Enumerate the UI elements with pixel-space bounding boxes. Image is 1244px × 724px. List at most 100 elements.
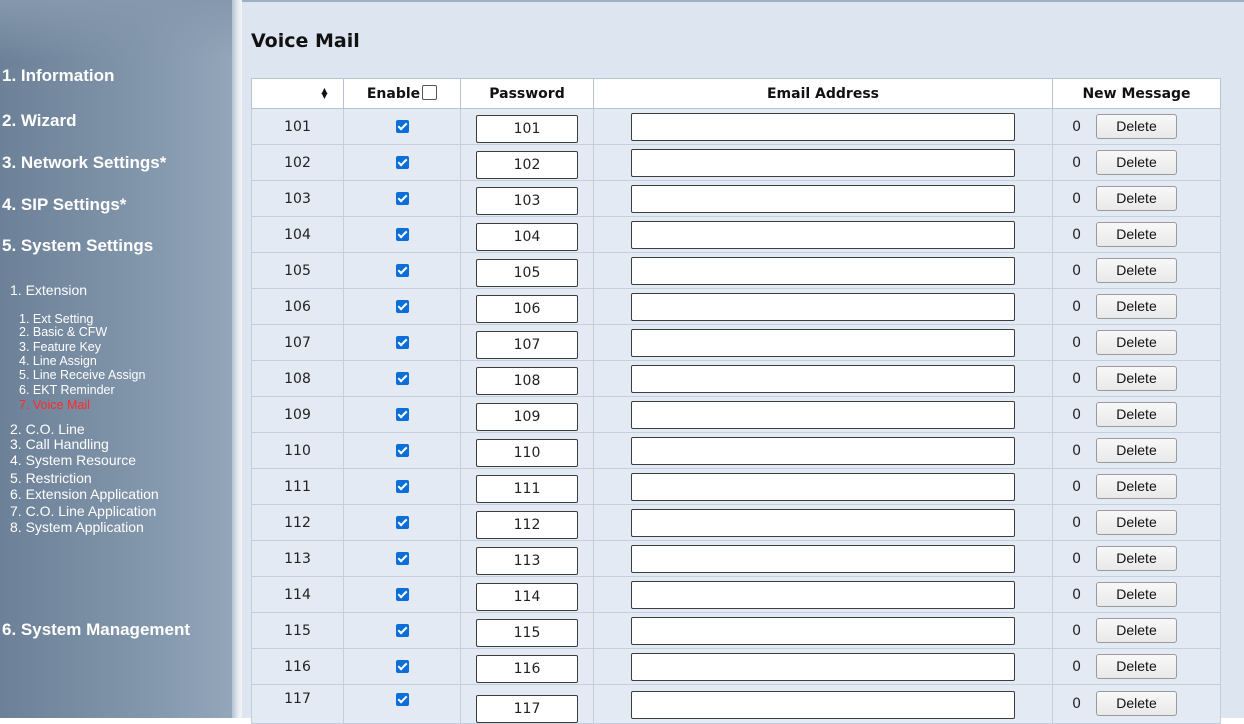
sort-column-header[interactable]: ▲ ▼ [251,78,344,109]
password-input[interactable] [476,294,578,323]
nav-system-application[interactable]: 8. System Application [10,520,144,535]
nav-call-handling[interactable]: 3. Call Handling [10,437,109,452]
delete-button[interactable]: Delete [1096,366,1177,391]
enable-checkbox[interactable] [395,228,409,241]
email-input[interactable] [631,472,1015,501]
email-cell [593,432,1053,469]
delete-button[interactable]: Delete [1096,691,1177,716]
enable-checkbox[interactable] [395,120,409,133]
delete-button[interactable]: Delete [1096,438,1177,463]
delete-button[interactable]: Delete [1096,510,1177,535]
email-input[interactable] [631,292,1015,321]
new-message-cell: 0 Delete [1052,396,1221,433]
enable-checkbox[interactable] [395,588,409,601]
sort-updown-icon[interactable]: ▲ ▼ [321,86,327,101]
enable-checkbox[interactable] [395,624,409,637]
nav-co-line-application[interactable]: 7. C.O. Line Application [10,504,156,519]
delete-button[interactable]: Delete [1096,474,1177,499]
password-input[interactable] [476,582,578,611]
delete-button[interactable]: Delete [1096,114,1177,139]
enable-checkbox[interactable] [395,660,409,673]
nav-system-management[interactable]: 6. System Management [2,620,190,640]
nav-system-resource[interactable]: 4. System Resource [10,453,136,468]
password-input[interactable] [476,186,578,215]
email-input[interactable] [631,544,1015,573]
nav-system-settings[interactable]: 5. System Settings [2,236,153,256]
email-cell [593,576,1053,613]
nav-feature-key[interactable]: 3. Feature Key [19,341,101,354]
password-input[interactable] [476,546,578,575]
password-input[interactable] [476,618,578,647]
delete-button[interactable]: Delete [1096,546,1177,571]
password-input[interactable] [476,330,578,359]
nav-basic-cfw[interactable]: 2. Basic & CFW [19,326,107,339]
table-row: 106 0 Delete [251,288,1221,325]
password-input[interactable] [476,402,578,431]
email-input[interactable] [631,616,1015,645]
delete-button[interactable]: Delete [1096,618,1177,643]
nav-network-settings[interactable]: 3. Network Settings* [2,153,166,173]
enable-checkbox[interactable] [395,192,409,205]
nav-wizard[interactable]: 2. Wizard [2,111,76,131]
email-input[interactable] [631,256,1015,285]
enable-checkbox[interactable] [395,336,409,349]
password-input[interactable] [476,510,578,539]
password-input[interactable] [476,258,578,287]
password-input[interactable] [476,654,578,683]
enable-checkbox[interactable] [395,300,409,313]
delete-button[interactable]: Delete [1096,294,1177,319]
new-message-cell: 0 Delete [1052,468,1221,505]
email-input[interactable] [631,652,1015,681]
enable-checkbox[interactable] [395,516,409,529]
nav-information[interactable]: 1. Information [2,66,114,86]
delete-button[interactable]: Delete [1096,330,1177,355]
enable-checkbox[interactable] [395,480,409,493]
nav-ext-setting[interactable]: 1. Ext Setting [19,313,93,326]
delete-button[interactable]: Delete [1096,258,1177,283]
nav-co-line[interactable]: 2. C.O. Line [10,422,85,437]
enable-checkbox[interactable] [395,692,409,706]
nav-line-receive-assign[interactable]: 5. Line Receive Assign [19,369,145,382]
email-input[interactable] [631,691,1015,719]
email-input[interactable] [631,436,1015,465]
email-input[interactable] [631,184,1015,213]
delete-button[interactable]: Delete [1096,222,1177,247]
password-input[interactable] [476,438,578,467]
new-message-count: 0 [1072,190,1081,207]
extension-number: 108 [251,360,344,397]
enable-checkbox[interactable] [395,408,409,421]
nav-line-assign[interactable]: 4. Line Assign [19,355,97,368]
page-title: Voice Mail [251,30,360,52]
nav-sip-settings[interactable]: 4. SIP Settings* [2,195,126,215]
email-input[interactable] [631,508,1015,537]
nav-restriction[interactable]: 5. Restriction [10,471,92,486]
nav-extension-application[interactable]: 6. Extension Application [10,487,159,502]
delete-button[interactable]: Delete [1096,402,1177,427]
enable-all-checkbox[interactable] [422,85,438,100]
enable-checkbox[interactable] [395,264,409,277]
email-input[interactable] [631,148,1015,177]
nav-extension[interactable]: 1. Extension [10,283,87,298]
password-input[interactable] [476,222,578,251]
enable-checkbox[interactable] [395,444,409,457]
email-input[interactable] [631,580,1015,609]
enable-checkbox[interactable] [395,552,409,565]
enable-checkbox[interactable] [395,156,409,169]
delete-button[interactable]: Delete [1096,654,1177,679]
email-input[interactable] [631,364,1015,393]
password-input[interactable] [476,114,578,143]
password-input[interactable] [476,474,578,503]
password-input[interactable] [476,366,578,395]
delete-button[interactable]: Delete [1096,186,1177,211]
password-input[interactable] [476,695,578,723]
delete-button[interactable]: Delete [1096,150,1177,175]
email-input[interactable] [631,112,1015,141]
email-input[interactable] [631,400,1015,429]
nav-voice-mail[interactable]: 7. Voice Mail [19,399,90,412]
password-input[interactable] [476,150,578,179]
nav-ekt-reminder[interactable]: 6. EKT Reminder [19,384,115,397]
email-input[interactable] [631,220,1015,249]
email-input[interactable] [631,328,1015,357]
enable-checkbox[interactable] [395,372,409,385]
delete-button[interactable]: Delete [1096,582,1177,607]
